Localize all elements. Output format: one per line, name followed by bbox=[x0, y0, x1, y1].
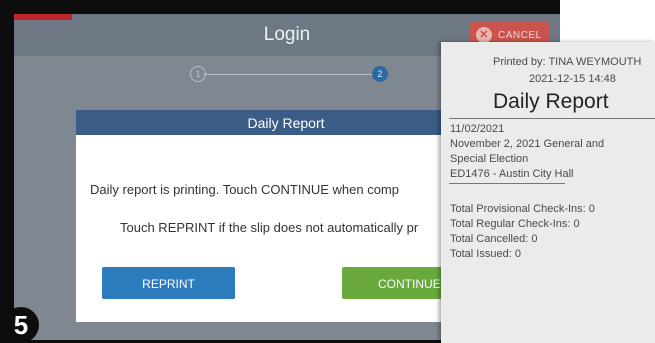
reprint-button[interactable]: REPRINT bbox=[102, 267, 235, 299]
receipt-total-issued: Total Issued: 0 bbox=[450, 248, 521, 260]
receipt-location-underline bbox=[449, 183, 565, 184]
receipt-printed-by: Printed by: TINA WEYMOUTH bbox=[493, 56, 642, 68]
reprint-button-label: REPRINT bbox=[142, 277, 195, 291]
receipt-election-line-1: November 2, 2021 General and bbox=[450, 138, 605, 150]
receipt-location: ED1476 - Austin City Hall bbox=[450, 168, 574, 180]
receipt-election-line-2: Special Election bbox=[450, 153, 529, 165]
corner-tag bbox=[14, 14, 72, 20]
receipt-title: Daily Report bbox=[493, 90, 609, 113]
receipt-total-regular: Total Regular Check-Ins: 0 bbox=[450, 218, 580, 230]
dialog-message-printing: Daily report is printing. Touch CONTINUE… bbox=[90, 182, 399, 197]
receipt-date: 11/02/2021 bbox=[450, 123, 505, 135]
cancel-button-label: CANCEL bbox=[498, 30, 542, 41]
step-2-active: 2 bbox=[372, 66, 388, 82]
receipt-datetime: 2021-12-15 14:48 bbox=[529, 73, 616, 85]
step-number-badge: 5 bbox=[3, 307, 39, 343]
receipt-total-provisional: Total Provisional Check-Ins: 0 bbox=[450, 203, 595, 215]
dialog-title: Daily Report bbox=[247, 115, 325, 131]
step-1: 1 bbox=[190, 66, 206, 82]
dialog-message-reprint: Touch REPRINT if the slip does not autom… bbox=[120, 220, 419, 235]
printed-receipt: Printed by: TINA WEYMOUTH 2021-12-15 14:… bbox=[441, 42, 655, 343]
continue-button-label: CONTINUE bbox=[378, 277, 441, 291]
step-connector bbox=[204, 74, 376, 75]
receipt-divider bbox=[449, 118, 655, 119]
close-icon: ✕ bbox=[476, 27, 492, 43]
receipt-total-cancelled: Total Cancelled: 0 bbox=[450, 233, 538, 245]
